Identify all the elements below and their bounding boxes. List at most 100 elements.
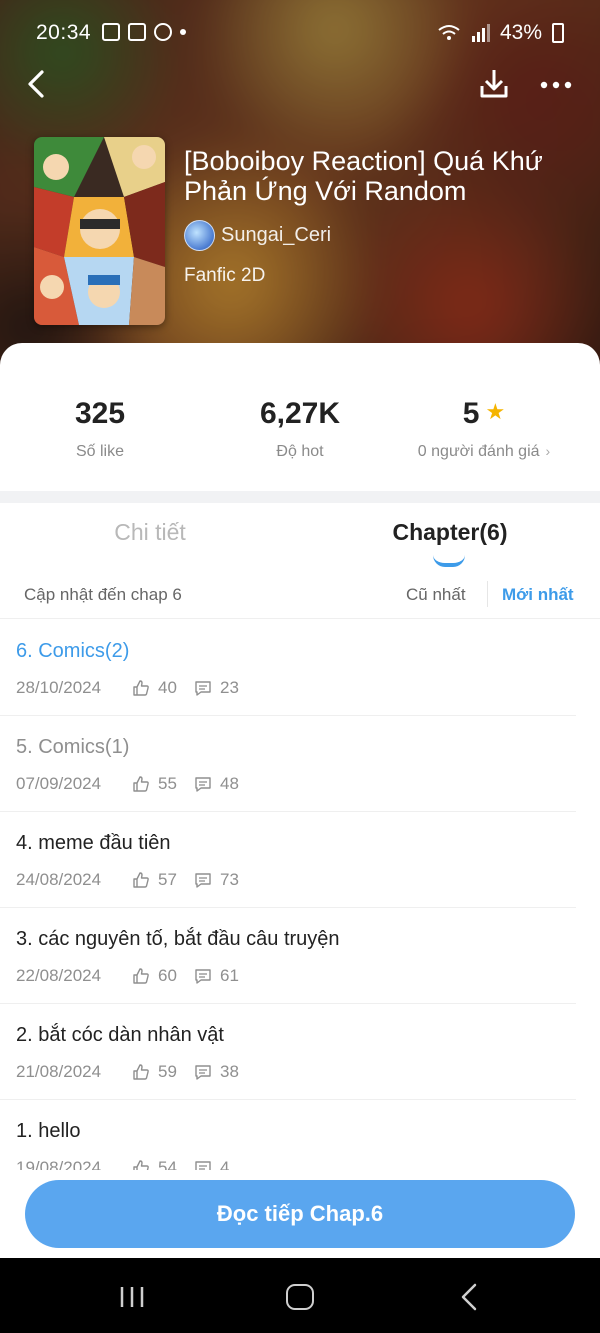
chapter-like-count: 40	[158, 678, 177, 697]
comment-icon	[195, 1161, 211, 1170]
tab-chapter[interactable]: Chapter(6)	[300, 519, 600, 546]
chapter-comments: 38	[194, 1062, 239, 1082]
chapter-meta: 07/09/2024 55 48	[16, 774, 239, 794]
chapter-like-count: 54	[158, 1158, 177, 1170]
more-button[interactable]	[536, 70, 576, 100]
chapter-comment-count: 4	[220, 1158, 230, 1170]
chapter-comment-count: 38	[220, 1062, 239, 1081]
chapter-comments: 73	[194, 870, 239, 890]
chapter-title: 1. hello	[16, 1120, 81, 1142]
more-notifications-dot-icon	[180, 29, 186, 35]
status-bar: 20:34 43%	[0, 0, 600, 64]
thumbs-up-icon	[133, 776, 149, 792]
thumbs-up-icon	[133, 968, 149, 984]
recent-apps-icon[interactable]	[118, 1286, 146, 1308]
sort-divider	[487, 581, 488, 607]
chapter-date: 19/08/2024	[16, 1158, 102, 1170]
comment-icon	[195, 969, 211, 984]
thumbs-up-icon	[133, 1160, 149, 1170]
comment-icon	[195, 1065, 211, 1080]
section-divider	[0, 491, 600, 503]
chapter-date: 22/08/2024	[16, 966, 102, 985]
genre-label: Fanfic 2D	[184, 265, 266, 286]
comment-icon	[195, 873, 211, 888]
likes-label: Số like	[75, 443, 125, 460]
author-name: Sungai_Ceri	[221, 224, 332, 246]
thumbs-up-icon	[133, 680, 149, 696]
chapter-list-header: Cập nhật đến chap 6 Cũ nhất Mới nhất	[0, 569, 600, 619]
rating-value: 5	[462, 397, 480, 430]
chapter-title: 2. bắt cóc dàn nhân vật	[16, 1024, 224, 1046]
chapter-comments: 4	[194, 1158, 229, 1170]
chapter-title: 3. các nguyên tố, bắt đầu câu truyện	[16, 928, 340, 950]
chapter-row[interactable]: 6. Comics(2) 28/10/2024 40 23	[0, 620, 576, 716]
chapter-meta: 28/10/2024 40 23	[16, 678, 239, 698]
status-right-icons: 43%	[438, 21, 564, 45]
stats-row: 325 Số like 6,27K Độ hot 5 ★ 0 người đánh…	[0, 343, 600, 491]
chapter-title: 4. meme đầu tiên	[16, 832, 171, 854]
chapter-row[interactable]: 2. bắt cóc dàn nhân vật 21/08/2024 59 38	[0, 1004, 576, 1100]
messenger-icon	[154, 23, 172, 41]
comment-icon	[195, 777, 211, 792]
chapter-row[interactable]: 5. Comics(1) 07/09/2024 55 48	[0, 716, 576, 812]
sort-oldest-button[interactable]: Cũ nhất	[406, 585, 466, 605]
chapter-like-count: 55	[158, 774, 177, 793]
zalo-icon	[128, 23, 146, 41]
comic-title: [Boboiboy Reaction] Quá Khứ Phản Ứng Với…	[184, 146, 543, 206]
hot-label: Độ hot	[276, 443, 324, 460]
thumbs-up-icon	[133, 872, 149, 888]
chapter-row[interactable]: 1. hello 19/08/2024 54 4	[0, 1100, 576, 1170]
likes-stat: 325 Số like	[0, 397, 200, 461]
tab-detail[interactable]: Chi tiết	[0, 519, 300, 546]
battery-icon	[552, 23, 564, 43]
chapter-date: 28/10/2024	[16, 678, 102, 697]
chapter-likes: 57	[132, 870, 194, 890]
chapter-likes: 55	[132, 774, 194, 794]
chapter-comment-count: 73	[220, 870, 239, 889]
likes-value: 325	[74, 397, 126, 430]
chapter-title: 5. Comics(1)	[16, 736, 130, 758]
chapter-meta: 24/08/2024 57 73	[16, 870, 239, 890]
chapter-date: 24/08/2024	[16, 870, 102, 889]
author-link[interactable]: Sungai_Ceri	[184, 220, 331, 251]
chevron-left-icon	[28, 70, 44, 98]
rating-stat[interactable]: 5 ★ 0 người đánh giá ›	[384, 397, 584, 461]
chapter-comment-count: 48	[220, 774, 239, 793]
gallery-icon	[102, 23, 120, 41]
status-time: 20:34	[36, 21, 92, 44]
active-tab-indicator	[433, 555, 465, 567]
update-status-text: Cập nhật đến chap 6	[24, 585, 182, 604]
download-icon	[480, 70, 508, 98]
content-sheet: 325 Số like 6,27K Độ hot 5 ★ 0 người đánh…	[0, 343, 600, 1258]
chapter-likes: 60	[132, 966, 194, 986]
chapter-likes: 40	[132, 678, 194, 698]
system-navigation-bar	[0, 1258, 600, 1333]
chapter-like-count: 57	[158, 870, 177, 889]
system-back-icon[interactable]	[458, 1282, 480, 1312]
chapter-comments: 61	[194, 966, 239, 986]
chapter-row[interactable]: 3. các nguyên tố, bắt đầu câu truyện 22/0…	[0, 908, 576, 1004]
comic-cover-image	[34, 137, 165, 325]
chapter-like-count: 60	[158, 966, 177, 985]
battery-percent: 43%	[499, 21, 542, 44]
more-horizontal-icon	[540, 81, 572, 89]
chapter-date: 21/08/2024	[16, 1062, 102, 1081]
star-icon: ★	[485, 399, 506, 424]
notification-icons	[102, 23, 186, 41]
thumbs-up-icon	[133, 1064, 149, 1080]
continue-reading-button[interactable]: Đọc tiếp Chap.6	[25, 1180, 575, 1248]
back-button[interactable]	[20, 64, 56, 104]
wifi-icon	[438, 25, 460, 40]
chapter-comments: 23	[194, 678, 239, 698]
sort-newest-button[interactable]: Mới nhất	[502, 585, 574, 605]
hot-stat: 6,27K Độ hot	[200, 397, 400, 461]
home-icon[interactable]	[286, 1284, 314, 1310]
hot-value: 6,27K	[259, 397, 341, 430]
chapter-meta: 22/08/2024 60 61	[16, 966, 239, 986]
hero-header: 20:34 43% [Boboiboy Reaction] Quá Khứ Ph…	[0, 0, 600, 380]
chapter-row[interactable]: 4. meme đầu tiên 24/08/2024 57 73	[0, 812, 576, 908]
tab-bar: Chi tiết Chapter(6)	[0, 503, 600, 569]
chapter-likes: 54	[132, 1158, 194, 1170]
download-button[interactable]	[474, 64, 514, 104]
chapter-list: 6. Comics(2) 28/10/2024 40 23 5. Comics(1) 07…	[0, 620, 600, 1170]
